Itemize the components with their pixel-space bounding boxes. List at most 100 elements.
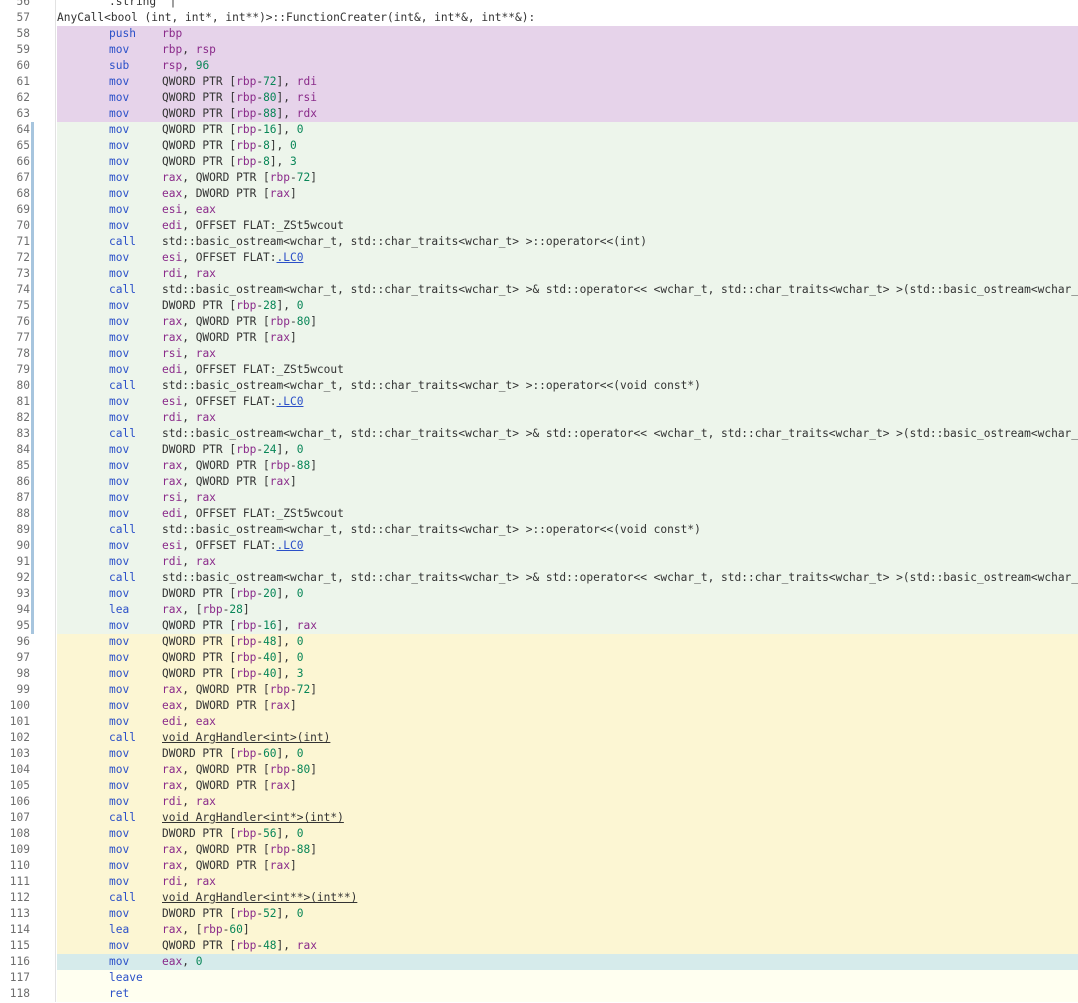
code-content[interactable]: mov QWORD PTR [rbp-48], 0 [57,634,1078,650]
code-content[interactable]: mov QWORD PTR [rbp-16], rax [57,618,1078,634]
code-content[interactable]: mov rax, QWORD PTR [rbp-80] [57,314,1078,330]
line-gutter: 97 [0,650,56,666]
code-content[interactable]: call void ArgHandler<int*>(int*) [57,810,1078,826]
code-content[interactable]: mov rdi, rax [57,874,1078,890]
code-content[interactable]: call std::basic_ostream<wchar_t, std::cha… [57,426,1078,442]
code-content[interactable]: mov eax, DWORD PTR [rax] [57,698,1078,714]
line-gutter: 96 [0,634,56,650]
call-target-link[interactable]: void ArgHandler<int**>(int**) [162,891,357,904]
code-content[interactable]: push rbp [57,26,1078,42]
operands: rax, [rbp-28] [162,603,250,616]
number-token: 40 [263,651,277,664]
code-line: 91 mov rdi, rax [0,554,1078,570]
code-content[interactable]: AnyCall<bool (int, int*, int**)>::Functi… [57,10,1078,26]
line-gutter: 84 [0,442,56,458]
code-content[interactable]: mov DWORD PTR [rbp-52], 0 [57,906,1078,922]
code-content[interactable]: mov rax, QWORD PTR [rbp-80] [57,762,1078,778]
code-content[interactable]: mov QWORD PTR [rbp-72], rdi [57,74,1078,90]
line-gutter: 66 [0,154,56,170]
code-content[interactable]: leave [57,970,1078,986]
code-content[interactable]: mov esi, eax [57,202,1078,218]
code-content[interactable]: mov rax, QWORD PTR [rbp-72] [57,682,1078,698]
code-line: 113 mov DWORD PTR [rbp-52], 0 [0,906,1078,922]
label-link[interactable]: .LC0 [277,251,304,264]
code-content[interactable]: mov DWORD PTR [rbp-28], 0 [57,298,1078,314]
code-content[interactable]: mov edi, OFFSET FLAT:_ZSt5wcout [57,362,1078,378]
code-content[interactable]: mov rbp, rsp [57,42,1078,58]
number-token: 0 [296,907,304,920]
code-content[interactable]: mov rax, QWORD PTR [rax] [57,330,1078,346]
code-content[interactable]: mov QWORD PTR [rbp-48], rax [57,938,1078,954]
code-content[interactable]: mov rdi, rax [57,266,1078,282]
code-content[interactable]: mov eax, DWORD PTR [rax] [57,186,1078,202]
code-content[interactable]: mov DWORD PTR [rbp-56], 0 [57,826,1078,842]
code-content[interactable]: call std::basic_ostream<wchar_t, std::cha… [57,378,1078,394]
code-content[interactable]: lea rax, [rbp-60] [57,922,1078,938]
code-content[interactable]: mov rax, QWORD PTR [rbp-88] [57,842,1078,858]
code-content[interactable]: mov rdi, rax [57,554,1078,570]
code-content[interactable]: mov rax, QWORD PTR [rbp-88] [57,458,1078,474]
mnemonic: call [109,571,136,584]
code-content[interactable]: mov rsi, rax [57,346,1078,362]
code-line: 95 mov QWORD PTR [rbp-16], rax [0,618,1078,634]
label-link[interactable]: .LC0 [277,539,304,552]
register-token: rsp [162,59,183,72]
code-content[interactable]: mov rax, QWORD PTR [rax] [57,778,1078,794]
code-content[interactable]: lea rax, [rbp-28] [57,602,1078,618]
code-content[interactable]: mov edi, eax [57,714,1078,730]
code-content[interactable]: call std::basic_ostream<wchar_t, std::cha… [57,522,1078,538]
code-content[interactable]: mov edi, OFFSET FLAT:_ZSt5wcout [57,218,1078,234]
operands: DWORD PTR [rbp-20], 0 [162,587,304,600]
code-content[interactable]: mov edi, OFFSET FLAT:_ZSt5wcout [57,506,1078,522]
call-target-link[interactable]: void ArgHandler<int*>(int*) [162,811,344,824]
code-content[interactable]: sub rsp, 96 [57,58,1078,74]
register-token: rbp [236,91,257,104]
label-link[interactable]: .LC0 [277,395,304,408]
call-target-link[interactable]: void ArgHandler<int>(int) [162,731,330,744]
code-content[interactable]: mov QWORD PTR [rbp-40], 0 [57,650,1078,666]
code-content[interactable]: mov rax, QWORD PTR [rax] [57,858,1078,874]
code-content[interactable]: mov rdi, rax [57,794,1078,810]
code-content[interactable]: mov QWORD PTR [rbp-40], 3 [57,666,1078,682]
line-gutter: 105 [0,778,56,794]
register-token: rax [269,779,290,792]
code-content[interactable]: mov esi, OFFSET FLAT:.LC0 [57,394,1078,410]
code-content[interactable]: call void ArgHandler<int**>(int**) [57,890,1078,906]
code-content[interactable]: call std::basic_ostream<wchar_t, std::cha… [57,234,1078,250]
mnemonic: mov [109,507,130,520]
code-content[interactable]: mov rdi, rax [57,410,1078,426]
code-content[interactable]: .string "|" [57,0,1078,10]
code-content[interactable]: mov rax, QWORD PTR [rbp-72] [57,170,1078,186]
source-mapping-marker [31,74,34,90]
line-number: 76 [16,315,30,328]
line-number: 68 [16,187,30,200]
code-content[interactable]: mov QWORD PTR [rbp-88], rdx [57,106,1078,122]
source-mapping-marker [31,858,34,874]
source-mapping-marker [31,202,34,218]
code-line: 86 mov rax, QWORD PTR [rax] [0,474,1078,490]
register-token: rbp [162,43,183,56]
mnemonic: mov [109,219,130,232]
code-content[interactable]: mov DWORD PTR [rbp-24], 0 [57,442,1078,458]
code-content[interactable]: mov QWORD PTR [rbp-80], rsi [57,90,1078,106]
code-content[interactable]: call std::basic_ostream<wchar_t, std::cha… [57,282,1078,298]
code-content[interactable]: mov QWORD PTR [rbp-16], 0 [57,122,1078,138]
code-content[interactable]: mov QWORD PTR [rbp-8], 0 [57,138,1078,154]
code-content[interactable]: mov esi, OFFSET FLAT:.LC0 [57,250,1078,266]
code-content[interactable]: mov esi, OFFSET FLAT:.LC0 [57,538,1078,554]
code-content[interactable]: mov DWORD PTR [rbp-20], 0 [57,586,1078,602]
code-content[interactable]: mov eax, 0 [57,954,1078,970]
code-content[interactable]: mov QWORD PTR [rbp-8], 3 [57,154,1078,170]
code-content[interactable]: mov rsi, rax [57,490,1078,506]
code-content[interactable]: mov rax, QWORD PTR [rax] [57,474,1078,490]
code-content[interactable]: mov DWORD PTR [rbp-60], 0 [57,746,1078,762]
code-content[interactable]: ret [57,986,1078,1002]
mnemonic: mov [109,363,130,376]
register-token: rbp [236,939,257,952]
code-content[interactable]: call std::basic_ostream<wchar_t, std::cha… [57,570,1078,586]
code-line: 60 sub rsp, 96 [0,58,1078,74]
number-token: 3 [290,155,297,168]
code-content[interactable]: call void ArgHandler<int>(int) [57,730,1078,746]
line-number: 66 [16,155,30,168]
register-token: eax [162,699,183,712]
